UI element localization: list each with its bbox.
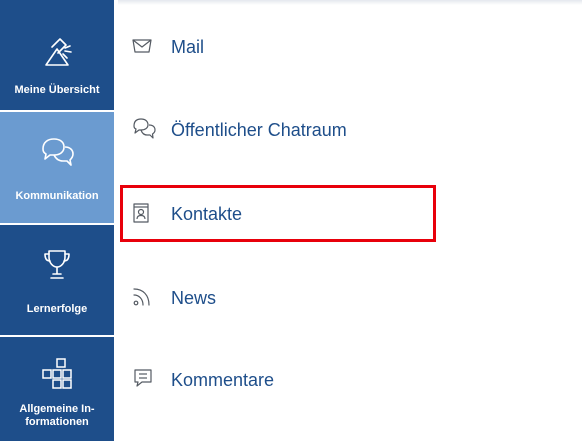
menu-item-news[interactable]: News	[118, 268, 582, 328]
lamp-icon	[40, 35, 74, 74]
blocks-icon	[41, 358, 73, 397]
sidebar: Meine Übersicht Kommunikation Lernerfolg…	[0, 0, 118, 441]
sidebar-item-allgemeine-informationen[interactable]: Allgemeine In- formationen	[0, 337, 114, 441]
sidebar-item-label: Meine Übersicht	[14, 84, 100, 96]
menu-item-label: Mail	[171, 37, 205, 57]
top-shadow	[118, 0, 582, 5]
chat-bubbles-icon	[40, 137, 74, 172]
sidebar-item-label: Allgemeine In-	[19, 403, 95, 415]
trophy-icon	[43, 248, 71, 287]
sidebar-item-meine-uebersicht[interactable]: Meine Übersicht	[0, 0, 114, 110]
highlight-box	[120, 185, 436, 242]
sidebar-item-kommunikation[interactable]: Kommunikation	[0, 112, 114, 223]
sidebar-item-label: Kommunikation	[15, 190, 99, 202]
comment-icon	[132, 367, 154, 394]
rss-icon	[132, 285, 154, 312]
menu-item-oeffentlicher-chatraum[interactable]: Öffentlicher Chatraum	[118, 100, 582, 160]
menu-item-label: News	[171, 288, 217, 308]
sidebar-item-label: Lernerfolge	[26, 303, 88, 315]
menu-item-kommentare[interactable]: Kommentare	[118, 350, 582, 410]
sidebar-item-lernerfolge[interactable]: Lernerfolge	[0, 225, 114, 335]
chat-bubbles-icon	[132, 117, 156, 144]
sidebar-item-label-line2: formationen	[25, 416, 89, 428]
menu-item-label: Kommentare	[171, 370, 275, 390]
envelope-icon	[132, 39, 152, 58]
menu-item-label: Öffentlicher Chatraum	[171, 120, 347, 140]
menu-item-mail[interactable]: Mail	[118, 17, 582, 77]
